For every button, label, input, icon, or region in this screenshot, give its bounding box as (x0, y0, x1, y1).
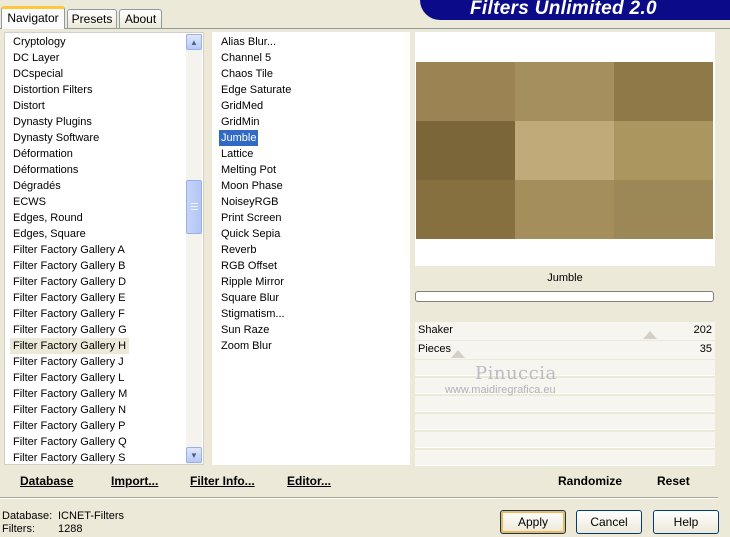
param-empty-row (415, 450, 715, 466)
category-item[interactable]: Filter Factory Gallery M (13, 386, 127, 402)
category-item[interactable]: Filter Factory Gallery G (13, 322, 127, 338)
category-item[interactable]: Filter Factory Gallery A (13, 242, 125, 258)
preview-tile (515, 121, 614, 180)
preview-tile (416, 121, 515, 180)
category-item[interactable]: Cryptology (13, 34, 66, 50)
filter-item[interactable]: NoiseyRGB (221, 194, 278, 210)
help-button[interactable]: Help (653, 510, 719, 534)
category-item[interactable]: Edges, Square (13, 226, 86, 242)
category-item[interactable]: DC Layer (13, 50, 59, 66)
filter-item[interactable]: Lattice (221, 146, 253, 162)
filter-item[interactable]: RGB Offset (221, 258, 277, 274)
preview-tile (416, 62, 515, 121)
filter-item[interactable]: Alias Blur... (221, 34, 276, 50)
slider-marker-icon[interactable] (643, 331, 657, 339)
tab-about[interactable]: About (119, 9, 162, 28)
category-item[interactable]: Distort (13, 98, 45, 114)
filter-item[interactable]: Reverb (221, 242, 256, 258)
tab-navigator[interactable]: Navigator (1, 6, 65, 29)
param-pieces[interactable]: Pieces 35 (415, 341, 715, 359)
category-item[interactable]: Déformation (13, 146, 73, 162)
preview-tile (614, 180, 713, 239)
category-item[interactable]: DCspecial (13, 66, 63, 82)
filter-item[interactable]: Ripple Mirror (221, 274, 284, 290)
category-item[interactable]: Filter Factory Gallery Q (13, 434, 127, 450)
filter-item[interactable]: GridMed (221, 98, 263, 114)
filter-item[interactable]: Melting Pot (221, 162, 276, 178)
filter-item[interactable]: Print Screen (221, 210, 282, 226)
tab-panel-border (0, 28, 730, 29)
preview-tile (614, 121, 713, 180)
param-shaker-label: Shaker (418, 324, 453, 336)
category-item[interactable]: Filter Factory Gallery P (13, 418, 125, 434)
reset-button[interactable]: Reset (657, 474, 690, 488)
category-item[interactable]: Filter Factory Gallery N (13, 402, 126, 418)
param-empty-row (415, 396, 715, 412)
chevron-up-icon: ▲ (190, 37, 198, 47)
filter-info-button[interactable]: Filter Info... (190, 474, 255, 488)
category-item[interactable]: Filter Factory Gallery L (13, 370, 124, 386)
chevron-down-icon: ▼ (190, 450, 198, 460)
editor-button[interactable]: Editor... (287, 474, 331, 488)
status-filters-value: 1288 (58, 523, 83, 535)
preview-tile (515, 62, 614, 121)
category-item[interactable]: Dynasty Plugins (13, 114, 92, 130)
category-scrollbar[interactable] (186, 34, 202, 464)
param-pieces-label: Pieces (418, 343, 452, 355)
filter-item[interactable]: Quick Sepia (221, 226, 280, 242)
category-item[interactable]: Distortion Filters (13, 82, 92, 98)
category-item[interactable]: Filter Factory Gallery F (13, 306, 125, 322)
apply-button[interactable]: Apply (500, 510, 566, 534)
watermark-name: Pinuccia (475, 363, 557, 384)
preview-image (416, 62, 713, 239)
filter-item[interactable]: Edge Saturate (221, 82, 291, 98)
category-item[interactable]: Filter Factory Gallery S (13, 450, 125, 466)
category-item[interactable]: Filter Factory Gallery J (13, 354, 124, 370)
category-item[interactable]: Dynasty Software (13, 130, 99, 146)
preview-tile (515, 180, 614, 239)
status-database-label: Database: (2, 510, 53, 522)
param-shaker[interactable]: Shaker 202 (415, 322, 715, 340)
scroll-up-button[interactable]: ▲ (186, 34, 202, 50)
filter-item[interactable]: GridMin (221, 114, 260, 130)
category-item[interactable]: Filter Factory Gallery D (13, 274, 126, 290)
randomize-button[interactable]: Randomize (558, 474, 622, 488)
param-empty-row (415, 360, 715, 376)
import-button[interactable]: Import... (111, 474, 158, 488)
category-item[interactable]: Filter Factory Gallery E (13, 290, 125, 306)
preview-tile (416, 180, 515, 239)
preview-filter-name: Jumble (415, 268, 715, 288)
param-pieces-value: 35 (699, 343, 712, 355)
app-title: Filters Unlimited 2.0 (470, 0, 657, 19)
database-button[interactable]: Database (20, 474, 73, 488)
category-item[interactable]: Filter Factory Gallery H (10, 338, 130, 354)
progress-bar (415, 291, 714, 302)
filter-item[interactable]: Square Blur (221, 290, 279, 306)
category-item[interactable]: Filter Factory Gallery B (13, 258, 125, 274)
status-filters-label: Filters: (2, 523, 35, 535)
filter-item[interactable]: Jumble (219, 130, 259, 146)
category-item[interactable]: Edges, Round (13, 210, 83, 226)
slider-marker-icon[interactable] (451, 350, 465, 358)
scroll-down-button[interactable]: ▼ (186, 447, 202, 463)
tab-presets[interactable]: Presets (67, 9, 117, 28)
preview-tile (614, 62, 713, 121)
filter-item[interactable]: Chaos Tile (221, 66, 273, 82)
param-empty-row (415, 432, 715, 448)
status-database-value: ICNET-Filters (58, 510, 124, 522)
filter-item[interactable]: Zoom Blur (221, 338, 272, 354)
scroll-thumb[interactable] (186, 180, 202, 234)
param-empty-row (415, 414, 715, 430)
divider (0, 498, 718, 499)
param-shaker-value: 202 (693, 324, 712, 336)
cancel-button[interactable]: Cancel (576, 510, 642, 534)
filter-item[interactable]: Moon Phase (221, 178, 283, 194)
filter-item[interactable]: Channel 5 (221, 50, 271, 66)
watermark-url: www.maidiregrafica.eu (445, 384, 556, 396)
filter-item[interactable]: Stigmatism... (221, 306, 285, 322)
category-item[interactable]: Déformations (13, 162, 78, 178)
category-item[interactable]: Dégradés (13, 178, 61, 194)
category-item[interactable]: ECWS (13, 194, 46, 210)
filter-item[interactable]: Sun Raze (221, 322, 269, 338)
